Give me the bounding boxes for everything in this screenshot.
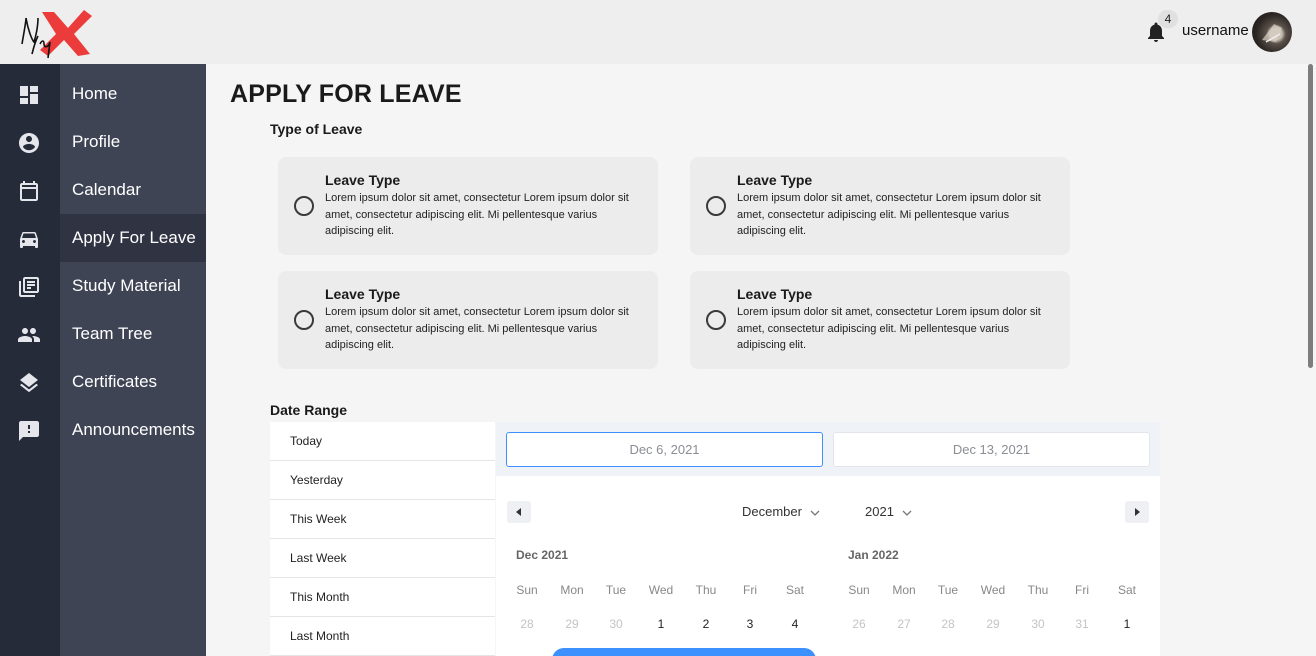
weekday-label: Tue (605, 583, 627, 597)
preset-this-week[interactable]: This Week (270, 500, 495, 539)
sidebar-item-study-material[interactable]: Study Material (60, 262, 206, 310)
leave-type-radio[interactable] (706, 310, 726, 330)
chevron-down-icon (810, 510, 820, 516)
calendar-day[interactable]: 4 (773, 617, 817, 631)
page-scrollbar[interactable] (1306, 64, 1316, 656)
month-label: Jan 2022 (848, 548, 899, 562)
calendar-day[interactable]: 26 (837, 617, 881, 631)
date-range-presets: Today Yesterday This Week Last Week This… (270, 422, 495, 656)
calendar-day[interactable]: 28 (926, 617, 970, 631)
username-label[interactable]: username (1182, 22, 1249, 39)
weekday-label: Sat (785, 583, 804, 597)
calendar-day[interactable]: 30 (594, 617, 638, 631)
calendar-day[interactable]: 30 (1016, 617, 1060, 631)
weekday-label: Wed (648, 583, 674, 597)
car-icon[interactable] (17, 227, 41, 251)
leave-type-radio[interactable] (294, 310, 314, 330)
leave-type-title: Leave Type (325, 286, 401, 302)
people-icon[interactable] (17, 323, 41, 347)
selected-date-range[interactable] (552, 648, 816, 656)
chevron-down-icon (902, 510, 912, 516)
weekday-label: Fri (743, 583, 757, 597)
weekday-label: Mon (892, 583, 916, 597)
calendar-day[interactable]: 3 (728, 617, 772, 631)
date-range-picker: December 2021 Dec 2021 Jan 2022 Sun Mon … (496, 422, 1160, 656)
leave-type-card[interactable]: Leave Type Lorem ipsum dolor sit amet, c… (278, 271, 658, 369)
weekday-label: Sun (516, 583, 538, 597)
preset-yesterday[interactable]: Yesterday (270, 461, 495, 500)
type-of-leave-label: Type of Leave (270, 121, 363, 137)
leave-type-title: Leave Type (737, 172, 813, 188)
feedback-icon[interactable] (17, 419, 41, 443)
calendar-day[interactable]: 27 (882, 617, 926, 631)
sidebar-item-profile[interactable]: Profile (60, 118, 206, 166)
preset-today[interactable]: Today (270, 422, 495, 461)
weekday-label: Mon (560, 583, 584, 597)
leave-type-radio[interactable] (706, 196, 726, 216)
sidebar-item-apply-for-leave[interactable]: Apply For Leave (60, 214, 206, 262)
year-select-value: 2021 (865, 504, 894, 519)
leave-type-description: Lorem ipsum dolor sit amet, consectetur … (325, 192, 629, 237)
sidebar-item-certificates[interactable]: Certificates (60, 358, 206, 406)
account-circle-icon[interactable] (17, 131, 41, 155)
leave-type-title: Leave Type (325, 172, 401, 188)
preset-last-week[interactable]: Last Week (270, 539, 495, 578)
weekday-label: Wed (980, 583, 1006, 597)
preset-this-month[interactable]: This Month (270, 578, 495, 617)
leave-type-card[interactable]: Leave Type Lorem ipsum dolor sit amet, c… (690, 271, 1070, 369)
calendar-day[interactable]: 2 (684, 617, 728, 631)
weekday-label: Sun (848, 583, 870, 597)
calendar-day[interactable]: 31 (1060, 617, 1104, 631)
weekday-label: Thu (1027, 583, 1049, 597)
notification-badge: 4 (1158, 10, 1178, 28)
month-label: Dec 2021 (516, 548, 569, 562)
weekday-label: Fri (1075, 583, 1089, 597)
calendar-day[interactable]: 29 (971, 617, 1015, 631)
leave-type-description: Lorem ipsum dolor sit amet, consectetur … (737, 306, 1041, 351)
year-select[interactable]: 2021 (865, 504, 912, 519)
leave-type-title: Leave Type (737, 286, 813, 302)
calendar-day[interactable]: 1 (1105, 617, 1149, 631)
leave-type-card[interactable]: Leave Type Lorem ipsum dolor sit amet, c… (278, 157, 658, 255)
sidebar-item-announcements[interactable]: Announcements (60, 406, 206, 454)
leave-type-card[interactable]: Leave Type Lorem ipsum dolor sit amet, c… (690, 157, 1070, 255)
sidebar-item-home[interactable]: Home (60, 70, 206, 118)
app-logo[interactable] (14, 6, 98, 62)
preset-last-month[interactable]: Last Month (270, 617, 495, 656)
end-date-input[interactable] (833, 432, 1150, 467)
weekday-label: Tue (937, 583, 959, 597)
top-header: 4 username (0, 0, 1316, 64)
leave-type-description: Lorem ipsum dolor sit amet, consectetur … (737, 192, 1041, 237)
month-select[interactable]: December (742, 504, 820, 519)
leave-type-description: Lorem ipsum dolor sit amet, consectetur … (325, 306, 629, 351)
calendar-day[interactable]: 28 (505, 617, 549, 631)
calendar-icon[interactable] (17, 179, 41, 203)
prev-month-button[interactable] (507, 501, 531, 523)
page-title: APPLY FOR LEAVE (230, 80, 462, 108)
library-books-icon[interactable] (17, 275, 41, 299)
date-range-label: Date Range (270, 402, 348, 418)
weekday-label: Thu (695, 583, 717, 597)
calendar-day[interactable]: 29 (550, 617, 594, 631)
dashboard-icon[interactable] (17, 83, 41, 107)
layers-icon[interactable] (17, 371, 41, 395)
sidebar-item-team-tree[interactable]: Team Tree (60, 310, 206, 358)
leave-type-radio[interactable] (294, 196, 314, 216)
month-select-value: December (742, 504, 802, 519)
calendar-day[interactable]: 1 (639, 617, 683, 631)
sidebar-item-calendar[interactable]: Calendar (60, 166, 206, 214)
start-date-input[interactable] (506, 432, 823, 467)
scrollbar-thumb[interactable] (1308, 64, 1313, 368)
next-month-button[interactable] (1125, 501, 1149, 523)
weekday-label: Sat (1117, 583, 1136, 597)
date-inputs-bar (496, 422, 1160, 476)
avatar[interactable] (1252, 12, 1292, 52)
